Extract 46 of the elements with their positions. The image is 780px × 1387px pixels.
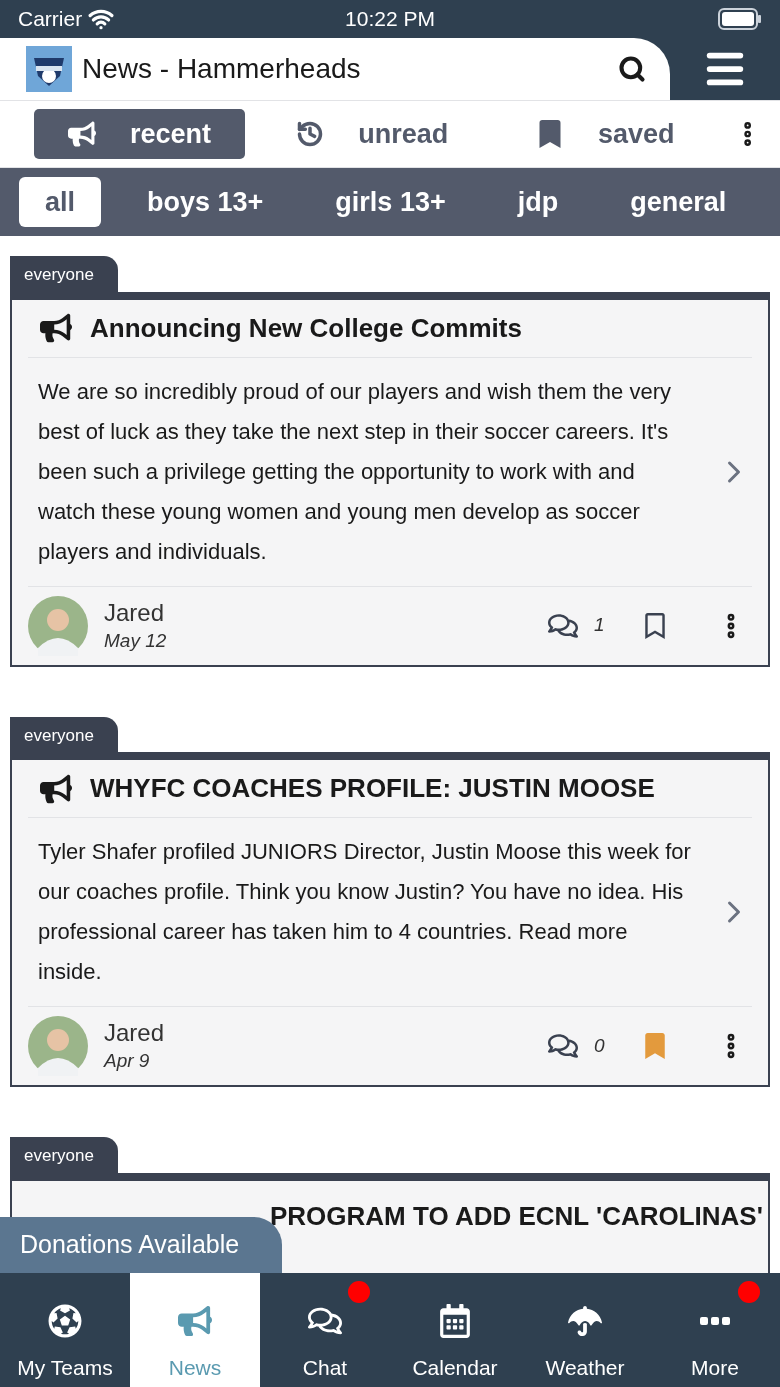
battery-icon [718,8,762,30]
search-icon[interactable] [618,55,646,83]
calendar-icon [438,1303,472,1338]
audience-tag: everyone [10,1137,118,1173]
audience-tag: everyone [10,256,118,292]
category-chip[interactable]: boys 13+ [121,177,290,227]
avatar [28,595,88,656]
clock: 10:22 PM [345,6,435,33]
tab-bar-item[interactable]: My Teams [0,1273,130,1387]
bookmark-icon[interactable] [644,612,666,639]
category-chip[interactable]: all [19,177,102,227]
tab-bar-item[interactable]: Chat [260,1273,390,1387]
comments-icon[interactable] [548,1031,578,1061]
post-date: May 12 [104,628,168,653]
megaphone-icon [40,772,72,805]
comment-count: 0 [594,1033,606,1058]
post-body: We are so incredibly proud of our players and wish them the very best of luck as they take the next step in their soccer careers. It's been such a privilege getting the opportunity to work with and watch these young women and young men develop as soccer players and individuals. [37,377,672,566]
tab-bar-item[interactable]: Weather [520,1273,650,1387]
screen-title: News - Hammerheads [82,52,362,86]
post-body: Tyler Shafer profiled JUNIORS Director, Justin Moose this week for our coaches profile. Think you know Justin? You have no idea. His professional career has taken him to 4 countries. Read more inside. [37,838,692,986]
category-chip[interactable]: girls 13+ [309,177,472,227]
megaphone-icon [67,120,96,148]
megaphone-icon [40,312,72,344]
post-title: Announcing New College Commits [90,311,522,345]
more-icon [700,1316,730,1325]
filter-tab[interactable]: unread [266,109,478,159]
carrier-label: Carrier [18,6,83,33]
filter-tab[interactable]: recent [34,109,245,159]
post-card[interactable] [10,291,770,667]
umbrella-icon [568,1303,602,1338]
author-name: Jared [104,1018,166,1048]
tab-bar-item[interactable]: Calendar [390,1273,520,1387]
comment-count: 1 [594,613,606,638]
post-date: Apr 9 [104,1049,151,1073]
author-name: Jared [104,597,166,628]
megaphone-icon [178,1303,212,1338]
post-title: WHYFC COACHES PROFILE: JUSTIN MOOSE [90,772,655,805]
audience-tag: everyone [10,716,118,752]
category-chip[interactable]: jdp [491,177,585,227]
tab-bar-item[interactable]: More [650,1273,780,1387]
team-logo-icon [26,46,72,92]
post-card[interactable] [10,752,770,1087]
category-chip[interactable]: general [604,177,753,227]
history-icon [296,120,325,148]
avatar [28,1016,88,1076]
filter-tab[interactable]: saved [499,109,711,159]
